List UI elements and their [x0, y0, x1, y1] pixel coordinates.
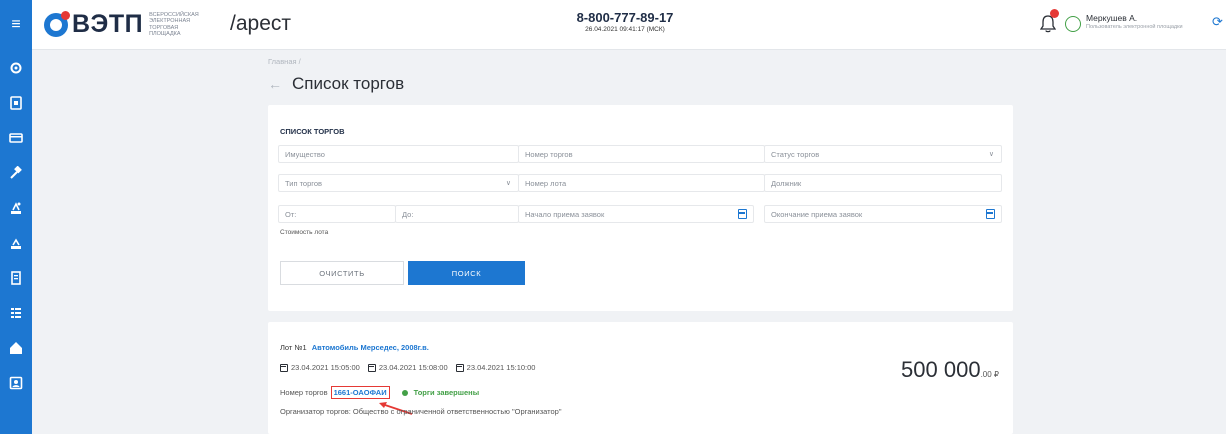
filter-title: СПИСОК ТОРГОВ	[280, 127, 345, 136]
logo-subtitle: ВСЕРОССИЙСКАЯ ЭЛЕКТРОННАЯ ТОРГОВАЯ ПЛОЩА…	[149, 11, 199, 38]
lot-number-placeholder: Номер лота	[525, 178, 567, 188]
profile-icon	[9, 376, 23, 389]
start-date-field[interactable]: Начало приема заявок	[518, 205, 754, 223]
sidebar-item-home[interactable]	[0, 330, 32, 365]
card-icon	[9, 132, 23, 143]
property-placeholder: Имущество	[285, 149, 325, 159]
calendar-icon	[455, 363, 464, 372]
calendar-icon[interactable]	[738, 209, 747, 219]
page-title: Список торгов	[292, 74, 405, 93]
breadcrumb[interactable]: Главная /	[268, 57, 301, 66]
hotline: 8-800-777-89-17 26.04.2021 09:41:17 (МСК…	[530, 10, 720, 33]
chevron-down-icon: ∨	[988, 151, 994, 158]
sidebar-item-profile[interactable]	[0, 365, 32, 400]
auction-number-label: Номер торгов	[280, 388, 328, 397]
end-placeholder: Окончание приема заявок	[771, 209, 863, 219]
date-start: 23.04.2021 15:05:00	[280, 363, 360, 372]
lot-price: 500 000.00 ₽	[901, 357, 999, 383]
date-start-value: 23.04.2021 15:05:00	[291, 363, 360, 372]
date-middle-value: 23.04.2021 15:08:00	[378, 363, 448, 372]
date-end: 23.04.2021 15:10:00	[455, 363, 536, 372]
lot-title-link[interactable]: Автомобиль Мерседес, 2008г.в.	[312, 343, 429, 352]
top-bar: ≡ ВЭТП ВСЕРОССИЙСКАЯ ЭЛЕКТРОННАЯ ТОРГОВА…	[0, 0, 1226, 50]
chevron-down-icon: ∨	[505, 180, 511, 187]
auction-number-field[interactable]: Номер торгов	[518, 145, 765, 163]
menu-icon[interactable]: ≡	[0, 0, 32, 50]
status-dot-icon	[401, 389, 408, 396]
status-select[interactable]: Статус торгов ∨	[764, 145, 1002, 163]
document-icon	[10, 95, 22, 110]
user-role: Пользователь электронной площадки	[1086, 24, 1183, 30]
end-date-field[interactable]: Окончание приема заявок	[764, 205, 1002, 223]
cost-label: Стоимость лота	[280, 229, 329, 236]
sidebar-item-list[interactable]	[0, 295, 32, 330]
hammer-icon	[10, 165, 22, 179]
auction-icon	[11, 201, 21, 214]
phone-number: 8-800-777-89-17	[576, 10, 674, 25]
status-placeholder: Статус торгов	[771, 149, 820, 159]
logout-icon[interactable]: ⟳	[1212, 14, 1226, 32]
auction-number-placeholder: Номер торгов	[525, 149, 573, 159]
user-name: Меркушев А.	[1086, 13, 1138, 23]
clear-button[interactable]: ОЧИСТИТЬ	[280, 261, 404, 285]
lot-heading: Лот №1 Автомобиль Мерседес, 2008г.в.	[280, 343, 429, 352]
calendar-icon[interactable]	[986, 209, 995, 219]
file-icon	[11, 270, 21, 285]
auction-2-icon	[11, 237, 21, 249]
status-text: Торги завершены	[413, 388, 480, 397]
to-placeholder: До:	[402, 209, 414, 219]
section-title: /арест	[230, 12, 291, 35]
server-datetime: 26.04.2021 09:41:17 (МСК)	[585, 26, 665, 33]
logo[interactable]: ВЭТП ВСЕРОССИЙСКАЯ ЭЛЕКТРОННАЯ ТОРГОВАЯ …	[44, 10, 201, 39]
from-placeholder: От:	[285, 209, 297, 219]
user-profile[interactable]: Меркушев А. Пользователь электронной пло…	[1086, 13, 1183, 30]
property-field[interactable]: Имущество	[278, 145, 519, 163]
settings-icon	[10, 62, 22, 73]
back-arrow-icon[interactable]: ←	[268, 76, 282, 92]
debtor-field[interactable]: Должник	[764, 174, 1002, 192]
notification-badge	[1050, 9, 1059, 18]
page-header: ← Список торгов	[268, 74, 404, 94]
user-icon[interactable]	[1065, 16, 1081, 32]
calendar-icon	[367, 363, 376, 372]
sidebar-item-auctions[interactable]	[0, 155, 32, 190]
sidebar-item-auctions-2[interactable]	[0, 190, 32, 225]
auction-type-placeholder: Тип торгов	[285, 178, 323, 188]
sidebar-item-settings[interactable]	[0, 50, 32, 85]
start-placeholder: Начало приема заявок	[525, 209, 605, 219]
sidebar-item-files[interactable]	[0, 260, 32, 295]
lot-card: Лот №1 Автомобиль Мерседес, 2008г.в. 23.…	[268, 322, 1013, 434]
price-kopecks: .00 ₽	[980, 370, 999, 379]
price-value: 500 000	[901, 357, 981, 382]
sidebar-item-cards[interactable]	[0, 120, 32, 155]
sidebar	[0, 50, 32, 434]
cost-to-field[interactable]: До:	[395, 205, 519, 223]
logo-text: ВЭТП	[72, 10, 144, 38]
cost-from-field[interactable]: От:	[278, 205, 396, 223]
lot-prefix: Лот №1	[280, 343, 307, 352]
list-icon	[11, 307, 21, 318]
search-button[interactable]: ПОИСК	[408, 261, 525, 285]
lot-dates: 23.04.2021 15:05:00 23.04.2021 15:08:00 …	[280, 363, 543, 372]
sidebar-item-documents[interactable]	[0, 85, 32, 120]
date-middle: 23.04.2021 15:08:00	[367, 363, 448, 372]
debtor-placeholder: Должник	[771, 178, 802, 188]
home-icon	[10, 341, 22, 354]
sidebar-item-auctions-3[interactable]	[0, 225, 32, 260]
filter-panel: СПИСОК ТОРГОВ Имущество Номер торгов Ста…	[268, 105, 1013, 311]
organizer-text: Организатор торгов: Общество с ограничен…	[280, 407, 562, 416]
logo-mark-icon	[44, 10, 70, 37]
calendar-icon	[280, 363, 288, 372]
lot-number-field[interactable]: Номер лота	[518, 174, 765, 192]
date-end-value: 23.04.2021 15:10:00	[466, 363, 536, 372]
auction-type-select[interactable]: Тип торгов ∨	[278, 174, 519, 192]
